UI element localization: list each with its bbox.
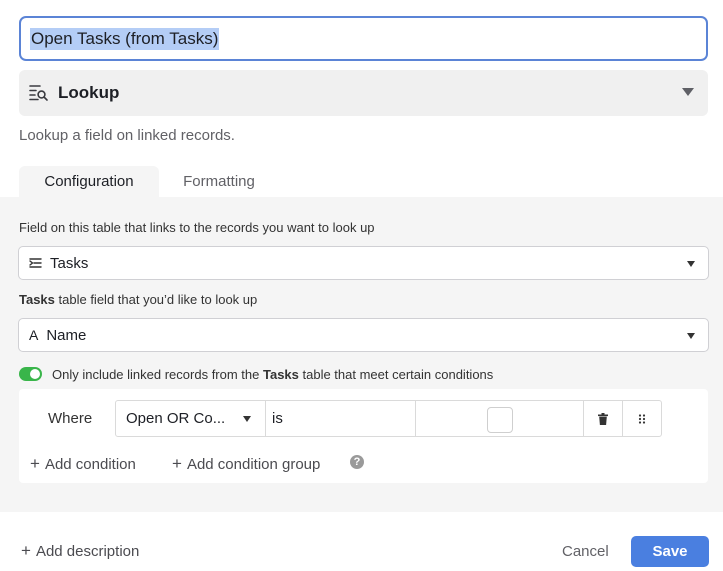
- trash-icon: [598, 412, 608, 425]
- add-description-button[interactable]: + Add description: [21, 541, 139, 561]
- field-type-description: Lookup a field on linked records.: [19, 127, 235, 144]
- plus-icon: +: [172, 454, 182, 473]
- add-description-label: Add description: [35, 543, 140, 560]
- toggle-knob: [30, 369, 40, 379]
- toggle-text-table: Tasks: [262, 367, 299, 382]
- drag-handle-icon: [638, 413, 646, 424]
- text-field-icon: A: [29, 327, 39, 343]
- condition-operator-value: is: [272, 410, 283, 427]
- lookup-field-label: Tasks table field that you’d like to loo…: [19, 292, 257, 307]
- conditions-toggle[interactable]: [19, 367, 42, 381]
- lookup-table-name: Tasks: [19, 292, 55, 307]
- conditions-toggle-label: Only include linked records from the Tas…: [52, 367, 493, 382]
- link-field-label: Field on this table that links to the re…: [19, 220, 375, 235]
- field-name-value: Open Tasks (from Tasks): [30, 27, 220, 50]
- chevron-down-icon: [243, 416, 251, 422]
- linked-record-icon: [29, 257, 42, 269]
- plus-icon: +: [21, 541, 31, 560]
- chevron-down-icon: [682, 88, 694, 96]
- condition-field-value: Open OR Co...: [126, 410, 226, 427]
- field-type-label: Lookup: [58, 83, 120, 102]
- condition-value-cell: [415, 400, 584, 437]
- add-condition-group-label: Add condition group: [186, 456, 321, 473]
- where-label: Where: [48, 410, 93, 427]
- drag-condition-handle[interactable]: [622, 400, 662, 437]
- add-condition-button[interactable]: + Add condition: [30, 454, 136, 474]
- condition-field-select[interactable]: Open OR Co...: [115, 400, 266, 437]
- lookup-field-value: Name: [46, 326, 87, 344]
- tab-configuration[interactable]: Configuration: [19, 166, 159, 197]
- link-field-dropdown[interactable]: Tasks: [18, 246, 709, 280]
- cancel-button[interactable]: Cancel: [562, 543, 609, 560]
- lookup-field-dropdown[interactable]: A Name: [18, 318, 709, 352]
- toggle-text-after: table that meet certain conditions: [298, 367, 494, 382]
- lookup-field-label-text: table field that you’d like to look up: [54, 292, 258, 307]
- add-condition-label: Add condition: [44, 456, 136, 473]
- chevron-down-icon: [687, 261, 695, 267]
- plus-icon: +: [30, 454, 40, 473]
- chevron-down-icon: [687, 333, 695, 339]
- field-name-input[interactable]: Open Tasks (from Tasks): [19, 16, 708, 61]
- link-field-value: Tasks: [50, 254, 89, 272]
- tab-formatting[interactable]: Formatting: [160, 166, 278, 197]
- lookup-icon: [29, 84, 49, 102]
- condition-value-checkbox[interactable]: [487, 407, 513, 433]
- delete-condition-button[interactable]: [583, 400, 623, 437]
- toggle-text-before: Only include linked records from the: [52, 367, 263, 382]
- condition-operator-select[interactable]: is: [265, 400, 416, 437]
- save-button[interactable]: Save: [631, 536, 709, 567]
- add-condition-group-button[interactable]: + Add condition group: [172, 454, 320, 474]
- help-icon[interactable]: ?: [350, 455, 364, 469]
- field-type-select[interactable]: Lookup: [19, 70, 708, 116]
